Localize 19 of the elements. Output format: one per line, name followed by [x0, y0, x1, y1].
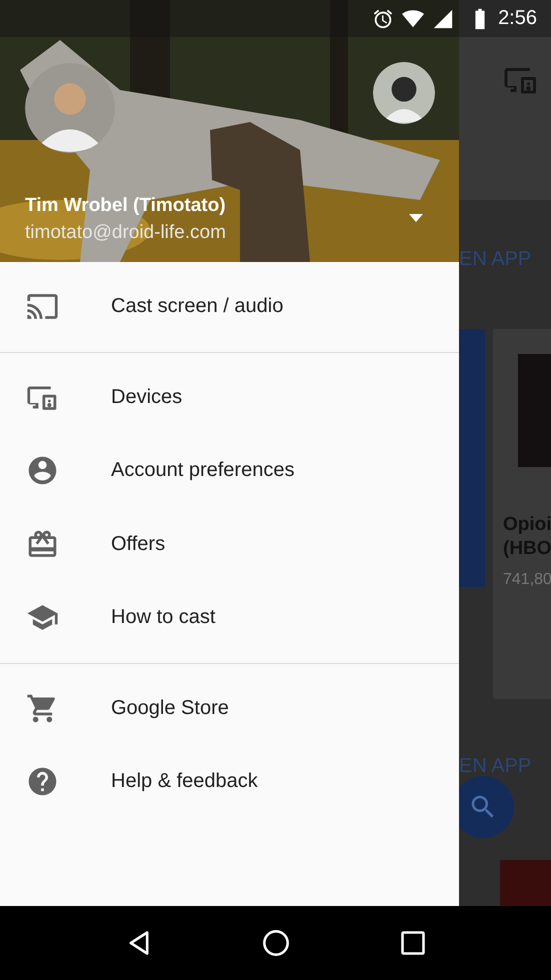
menu-item[interactable]: Offers — [0, 508, 459, 581]
menu-item[interactable]: Devices — [0, 360, 459, 434]
menu-item[interactable]: Google Store — [0, 672, 459, 745]
wifi-icon — [402, 8, 424, 30]
search-button[interactable] — [459, 776, 514, 838]
clock-time: 2:56 — [498, 7, 537, 30]
menu-item[interactable]: Cast screen / audio — [0, 270, 459, 344]
account-avatar[interactable] — [25, 63, 115, 153]
menu-item[interactable]: How to cast — [0, 581, 459, 654]
home-icon[interactable] — [262, 929, 290, 957]
dropdown-arrow-icon[interactable] — [409, 214, 423, 222]
menu-item[interactable]: Help & feedback — [0, 745, 459, 818]
recents-icon[interactable] — [398, 929, 426, 957]
menu-item[interactable]: Account preferences — [0, 434, 459, 508]
account-avatar[interactable] — [373, 62, 435, 124]
battery-icon — [474, 8, 486, 30]
signal-icon — [432, 8, 454, 30]
alarm-icon — [372, 8, 394, 30]
card-count: 741,80 — [503, 571, 551, 589]
